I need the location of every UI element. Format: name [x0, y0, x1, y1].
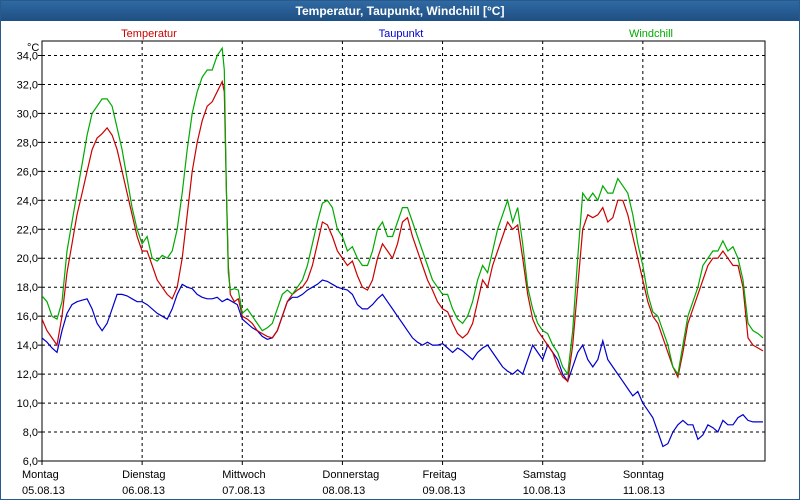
- y-tick-label: 32,0: [17, 79, 38, 91]
- y-tick-label: 22,0: [17, 224, 38, 236]
- x-tick-date: 11.08.13: [623, 485, 665, 497]
- x-tick-date: 06.08.13: [122, 485, 165, 497]
- y-tick-label: 18,0: [17, 282, 38, 294]
- y-tick-label: 10,0: [17, 398, 38, 410]
- x-tick-date: 10.08.13: [523, 485, 566, 497]
- y-tick-label: 12,0: [17, 369, 38, 381]
- y-tick-label: 14,0: [17, 340, 38, 352]
- legend-windchill: Windchill: [629, 28, 673, 40]
- x-tick-day: Samstag: [523, 469, 566, 481]
- x-tick-day: Mittwoch: [222, 469, 265, 481]
- x-tick-date: 07.08.13: [222, 485, 265, 497]
- legend-temperatur: Temperatur: [121, 28, 177, 40]
- y-axis-label: °C: [27, 42, 39, 54]
- y-tick-label: 6,0: [23, 456, 38, 468]
- y-tick-label: 20,0: [17, 253, 38, 265]
- x-tick-date: 05.08.13: [22, 485, 65, 497]
- window-title: Temperatur, Taupunkt, Windchill [°C]: [1, 1, 799, 21]
- y-tick-label: 28,0: [17, 137, 38, 149]
- x-tick-day: Sonntag: [623, 469, 664, 481]
- x-tick-date: 08.08.13: [322, 485, 365, 497]
- x-tick-day: Montag: [22, 469, 59, 481]
- y-tick-label: 24,0: [17, 195, 38, 207]
- x-tick-day: Freitag: [423, 469, 457, 481]
- line-chart: 6,0 8,0 10,0 12,0 14,0 16,0 18,0 20,0 22,0 24,0 26…: [17, 28, 766, 497]
- x-tick-day: Dienstag: [122, 469, 165, 481]
- y-tick-label: 30,0: [17, 108, 38, 120]
- y-tick-label: 8,0: [23, 427, 38, 439]
- y-tick-label: 26,0: [17, 166, 38, 178]
- x-tick-day: Donnerstag: [322, 469, 379, 481]
- legend-taupunkt: Taupunkt: [379, 28, 424, 40]
- chart-window: Temperatur, Taupunkt, Windchill [°C] 6,0…: [0, 0, 800, 500]
- x-tick-date: 09.08.13: [423, 485, 466, 497]
- y-tick-label: 16,0: [17, 311, 38, 323]
